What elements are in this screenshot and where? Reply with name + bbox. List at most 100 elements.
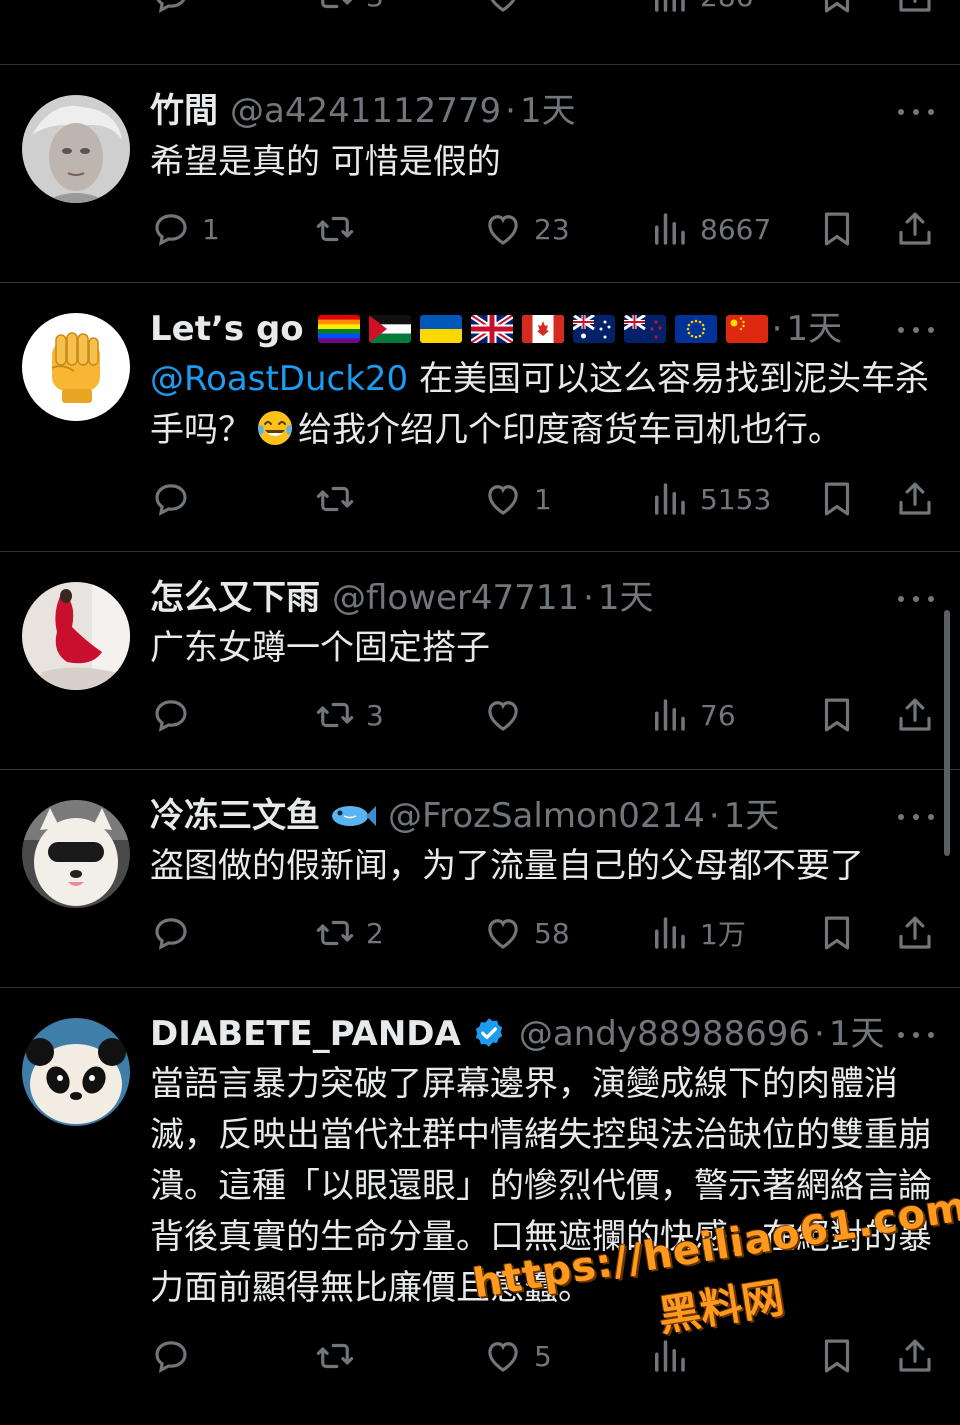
timestamp[interactable]: 1天 [829, 1010, 885, 1058]
handle[interactable]: @flower47711 [332, 574, 579, 622]
share-button[interactable] [894, 1334, 936, 1378]
retweet-button[interactable] [314, 1334, 366, 1378]
timestamp[interactable]: 1天 [786, 305, 842, 353]
mention-link[interactable]: @RoastDuck20 [150, 359, 408, 399]
retweet-button[interactable]: 3 [314, 0, 384, 18]
retweet-count: 3 [366, 698, 384, 732]
palestine-flag-icon [368, 315, 411, 343]
handle[interactable]: @andy88988696 [519, 1010, 810, 1058]
ukraine-flag-icon [419, 315, 462, 343]
views-button[interactable]: 286 [648, 0, 753, 18]
display-name[interactable]: 怎么又下雨 [150, 574, 320, 622]
reply-count: 1 [202, 212, 220, 246]
share-button[interactable] [894, 207, 936, 251]
tweet[interactable]: 怎么又下雨 @flower47711 · 1天 广东女蹲一个固定搭子 3 76 [0, 552, 960, 770]
like-button[interactable]: 58 [482, 911, 570, 955]
share-icon [899, 0, 931, 12]
reply-button[interactable] [150, 693, 202, 737]
avatar[interactable] [22, 582, 130, 690]
tweet-header: 怎么又下雨 @flower47711 · 1天 [150, 574, 934, 622]
bookmark-button[interactable] [816, 693, 858, 737]
share-button[interactable] [894, 0, 936, 18]
share-icon [899, 1339, 931, 1372]
bookmark-button[interactable] [816, 0, 858, 18]
more-icon[interactable] [898, 107, 934, 117]
like-button[interactable]: 1 [482, 477, 552, 521]
separator: · [814, 1014, 825, 1054]
tweet[interactable]: 竹間 @a4241112779 · 1天 希望是真的 可惜是假的 1 23 86… [0, 65, 960, 283]
display-name[interactable]: 冷冻三文鱼 [150, 792, 320, 840]
bookmark-icon [824, 916, 850, 950]
rainbow-flag-icon [317, 315, 360, 343]
fish-emoji-icon [332, 806, 376, 826]
views-button[interactable]: 1万 [648, 911, 746, 955]
timestamp[interactable]: 1天 [598, 574, 654, 622]
tweet-header: Let’s go · 1天 [150, 305, 934, 353]
reply-button[interactable] [150, 911, 202, 955]
views-button[interactable]: 76 [648, 693, 736, 737]
avatar[interactable] [22, 95, 130, 203]
views-icon [655, 483, 685, 515]
like-button[interactable]: 23 [482, 207, 570, 251]
reply-icon [155, 918, 187, 950]
scrollbar[interactable] [944, 610, 950, 856]
reply-button[interactable] [150, 1334, 202, 1378]
share-button[interactable] [894, 693, 936, 737]
like-button[interactable] [482, 0, 524, 18]
avatar[interactable] [22, 1018, 130, 1126]
reply-icon [155, 1341, 187, 1373]
timestamp[interactable]: 1天 [520, 87, 576, 135]
more-icon[interactable] [898, 325, 934, 335]
share-button[interactable] [894, 477, 936, 521]
separator: · [708, 796, 720, 836]
more-icon[interactable] [898, 812, 934, 822]
verified-badge-icon [475, 1018, 503, 1047]
reply-icon [155, 700, 187, 732]
retweet-button[interactable] [314, 207, 366, 251]
bookmark-button[interactable] [816, 477, 858, 521]
bookmark-icon [824, 1339, 850, 1373]
more-icon[interactable] [898, 594, 934, 604]
views-count: 1万 [700, 918, 746, 951]
retweet-button[interactable]: 3 [314, 693, 384, 737]
handle[interactable]: @a4241112779 [230, 87, 501, 135]
handle[interactable]: @FrozSalmon0214 [388, 792, 705, 840]
views-button[interactable]: 8667 [648, 207, 771, 251]
separator: · [505, 91, 516, 131]
timestamp[interactable]: 1天 [724, 792, 780, 840]
reply-icon [155, 484, 187, 516]
views-button[interactable]: 5153 [648, 477, 771, 521]
tweet-text: @RoastDuck20 在美国可以这么容易找到泥头车杀手吗？ 给我介绍几个印度裔… [150, 354, 940, 456]
more-icon[interactable] [898, 1030, 934, 1040]
views-count: 5153 [700, 482, 772, 516]
reply-button[interactable]: 1 [150, 207, 220, 251]
tweet[interactable]: Let’s go · 1天 @RoastDuck20 在美国可以这么容易找到泥头… [0, 283, 960, 552]
avatar[interactable] [22, 800, 130, 908]
reply-icon [156, 0, 186, 13]
bookmark-icon [824, 212, 850, 246]
reply-button[interactable] [150, 477, 202, 521]
action-row: 3 76 [150, 693, 940, 737]
display-name[interactable]: 竹間 [150, 87, 218, 135]
action-row: 1 23 8667 [150, 207, 940, 251]
reply-icon [155, 214, 187, 246]
share-button[interactable] [894, 911, 936, 955]
action-row: 1 5153 [150, 477, 940, 521]
like-button[interactable] [482, 693, 534, 737]
bookmark-icon [824, 0, 850, 13]
share-icon [899, 916, 931, 949]
eu-flag-icon [674, 315, 717, 343]
bookmark-icon [824, 698, 850, 732]
retweet-button[interactable] [314, 477, 366, 521]
bookmark-button[interactable] [816, 911, 858, 955]
display-name[interactable]: DIABETE_PANDA [150, 1010, 461, 1058]
bookmark-button[interactable] [816, 1334, 858, 1378]
tweet[interactable]: 冷冻三文鱼 @FrozSalmon0214 · 1天 盗图做的假新闻，为了流量自… [0, 770, 960, 988]
avatar[interactable] [22, 313, 130, 421]
display-name[interactable]: Let’s go [150, 305, 304, 353]
views-icon [655, 917, 685, 949]
bookmark-button[interactable] [816, 207, 858, 251]
retweet-button[interactable]: 2 [314, 911, 384, 955]
retweet-icon [316, 1343, 354, 1369]
reply-button[interactable] [150, 0, 192, 18]
